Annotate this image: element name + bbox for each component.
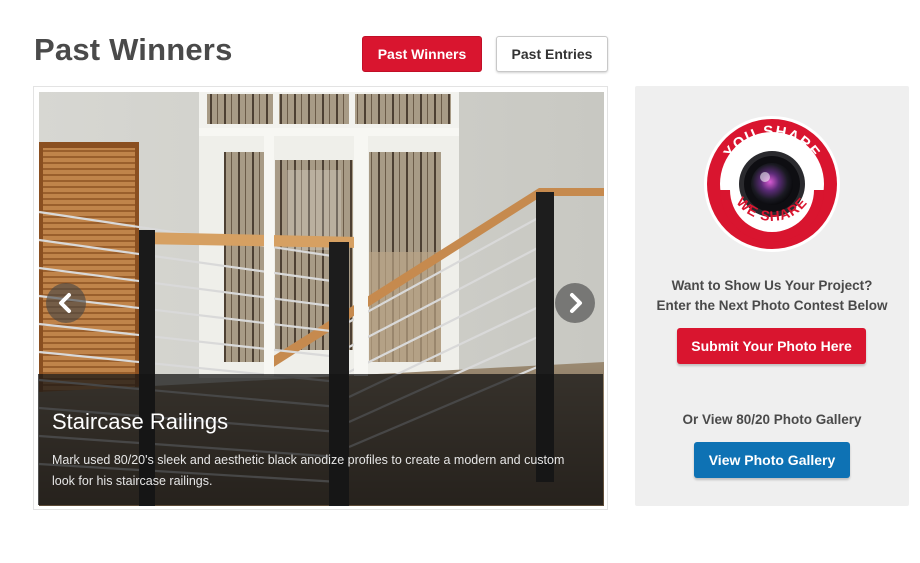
slide-caption: Staircase Railings Mark used 80/20's sle…: [38, 374, 603, 505]
gallery-prompt: Or View 80/20 Photo Gallery: [682, 412, 862, 427]
slider-prev-button[interactable]: [46, 283, 86, 323]
contest-prompt-line1: Want to Show Us Your Project?: [671, 278, 873, 293]
past-entries-button[interactable]: Past Entries: [496, 36, 608, 72]
contest-prompt-line2: Enter the Next Photo Contest Below: [656, 298, 888, 313]
slide-caption-title: Staircase Railings: [52, 409, 229, 434]
past-winners-button[interactable]: Past Winners: [362, 36, 482, 72]
slider-next-button[interactable]: [555, 283, 595, 323]
submit-photo-button[interactable]: Submit Your Photo Here: [677, 328, 866, 364]
chevron-left-icon: [59, 293, 71, 313]
view-gallery-button[interactable]: View Photo Gallery: [694, 442, 850, 478]
chevron-right-icon: [570, 293, 582, 313]
you-share-we-share-logo: YOU SHARE WE SHARE: [704, 116, 840, 252]
slide-caption-text: Mark used 80/20's sleek and aesthetic bl…: [52, 453, 565, 488]
page-title: Past Winners: [34, 32, 233, 67]
